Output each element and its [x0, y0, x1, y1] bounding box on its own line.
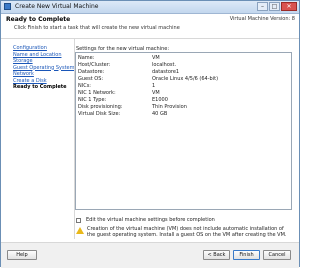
- setting-value: VM: [152, 90, 160, 96]
- setting-value: 1: [152, 83, 156, 89]
- settings-row: Virtual Disk Size: 40 GB: [78, 111, 288, 118]
- minimize-button[interactable]: –: [257, 2, 268, 11]
- wizard-footer: Help < Back Finish Cancel: [1, 242, 299, 268]
- page-subtitle: Click Finish to start a task that will c…: [14, 25, 180, 31]
- window-controls: – □ ✕: [257, 2, 297, 11]
- settings-row: NIC 1 Network: VM: [78, 90, 288, 97]
- settings-row: NICs: 1: [78, 83, 288, 90]
- setting-value: Thin Provision: [152, 104, 187, 110]
- help-button[interactable]: Help: [7, 250, 37, 260]
- setting-key: Host/Cluster:: [78, 62, 111, 68]
- setting-key: NIC 1 Network:: [78, 90, 116, 96]
- create-vm-dialog: Create New Virtual Machine – □ ✕ Ready t…: [0, 0, 300, 268]
- vm-version: Virtual Machine Version: 8: [229, 16, 295, 22]
- setting-value: localhost.: [152, 62, 177, 68]
- vm-app-icon: [4, 3, 11, 10]
- back-button[interactable]: < Back: [203, 250, 230, 260]
- edit-settings-label[interactable]: Edit the virtual machine settings before…: [86, 217, 215, 223]
- setting-key: NICs:: [78, 83, 91, 89]
- settings-row: Guest OS: Oracle Linux 4/5/6 (64-bit): [78, 76, 288, 83]
- settings-row: Host/Cluster: localhost.: [78, 62, 288, 69]
- setting-key: Disk provisioning:: [78, 104, 123, 110]
- page-title: Ready to Complete: [6, 16, 71, 23]
- settings-summary: Name: VM Host/Cluster: localhost. Datast…: [75, 52, 292, 210]
- wizard-steps-nav: Configuration Name and Location Storage …: [13, 45, 75, 91]
- setting-key: Name:: [78, 55, 95, 61]
- nav-item-ready-to-complete: Ready to Complete: [13, 84, 67, 90]
- setting-key: Datastore:: [78, 69, 105, 75]
- setting-key: Virtual Disk Size:: [78, 111, 121, 117]
- wizard-header: Ready to Complete Click Finish to start …: [1, 14, 299, 39]
- setting-value: datastore1: [152, 69, 180, 75]
- edit-settings-checkbox[interactable]: [76, 217, 81, 223]
- setting-value: E1000: [152, 97, 168, 103]
- setting-value: VM: [152, 55, 160, 61]
- warning-text: Creation of the virtual machine (VM) doe…: [87, 226, 287, 238]
- window-title: Create New Virtual Machine: [15, 3, 99, 10]
- edit-settings-option: Edit the virtual machine settings before…: [76, 217, 215, 223]
- close-button[interactable]: ✕: [281, 2, 297, 11]
- settings-row: NIC 1 Type: E1000: [78, 97, 288, 104]
- settings-row: Name: VM: [78, 55, 288, 62]
- settings-row: Datastore: datastore1: [78, 69, 288, 76]
- setting-key: NIC 1 Type:: [78, 97, 107, 103]
- warning-icon: [76, 227, 84, 234]
- cancel-button[interactable]: Cancel: [263, 250, 291, 260]
- setting-value: 40 GB: [152, 111, 168, 117]
- setting-key: Guest OS:: [78, 76, 104, 82]
- settings-row: Disk provisioning: Thin Provision: [78, 104, 288, 111]
- setting-value: Oracle Linux 4/5/6 (64-bit): [152, 76, 219, 82]
- finish-button[interactable]: Finish: [233, 250, 260, 260]
- maximize-button[interactable]: □: [269, 2, 280, 11]
- title-bar[interactable]: Create New Virtual Machine – □ ✕: [1, 1, 299, 14]
